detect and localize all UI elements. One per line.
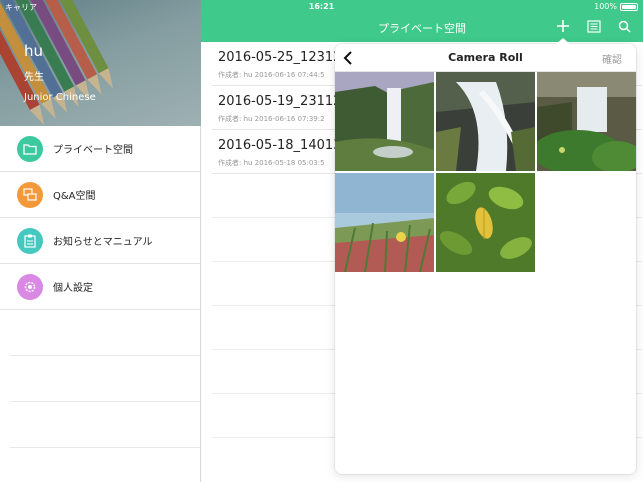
waterfall-bushes-photo: [537, 72, 636, 171]
photo-thumbnail[interactable]: [436, 72, 535, 171]
empty-row: [10, 356, 200, 402]
plus-icon: [557, 20, 569, 32]
search-icon: [618, 20, 631, 33]
notice-board-icon: [17, 227, 43, 254]
nav-title: プライベート空間: [378, 22, 466, 35]
leaves-photo: [436, 173, 535, 272]
photo-thumbnail[interactable]: [335, 173, 434, 272]
photo-thumbnail[interactable]: [335, 72, 434, 171]
sidebar-item-label: お知らせとマニュアル: [53, 237, 153, 248]
popover-title: Camera Roll: [448, 51, 523, 64]
profile-role: 先生: [24, 72, 44, 83]
item-meta: 作成者: hu 2016-06-16 07:39:2: [218, 115, 325, 123]
item-meta: 作成者: hu 2016-06-16 07:44:5: [218, 71, 325, 79]
sidebar-item-label: Q&A空間: [53, 191, 96, 202]
sidebar-item-label: 個人設定: [53, 283, 93, 294]
empty-row: [10, 310, 200, 356]
photo-thumbnail[interactable]: [436, 173, 535, 272]
clock: 16:21: [308, 2, 335, 11]
settings-gear-icon: [17, 273, 43, 300]
profile-shade: [0, 0, 201, 126]
confirm-button[interactable]: 確認: [602, 51, 622, 66]
sidebar: hu 先生 Junior Chinese プライベート空間 Q&A空間 お知らせ…: [0, 0, 201, 482]
sidebar-item-qa-space[interactable]: Q&A空間: [0, 172, 200, 218]
item-title: 2016-05-19_231123: [218, 94, 350, 109]
sidebar-item-private-space[interactable]: プライベート空間: [0, 126, 200, 172]
item-title: 2016-05-18_140132: [218, 138, 350, 153]
sidebar-item-label: プライベート空間: [53, 145, 133, 156]
item-title: 2016-05-25_123126: [218, 50, 350, 65]
photo-thumbnail[interactable]: [537, 72, 636, 171]
grass-flower-photo: [335, 173, 434, 272]
camera-roll-popover: Camera Roll 確認: [335, 44, 636, 474]
list-view-button[interactable]: [585, 17, 603, 35]
cascade-photo: [436, 72, 535, 171]
popover-arrow: [555, 38, 571, 45]
profile-header: hu 先生 Junior Chinese: [0, 0, 201, 126]
profile-name: hu: [24, 42, 44, 60]
profile-course: Junior Chinese: [24, 92, 96, 103]
add-button[interactable]: [554, 17, 572, 35]
sidebar-item-notices[interactable]: お知らせとマニュアル: [0, 218, 200, 264]
chat-bubbles-icon: [17, 181, 43, 208]
popover-header: Camera Roll 確認: [335, 44, 636, 72]
empty-row: [10, 402, 200, 448]
sidebar-item-personal-settings[interactable]: 個人設定: [0, 264, 200, 310]
item-meta: 作成者: hu 2016-05-18 05:03:5: [218, 159, 325, 167]
waterfall-photo: [335, 72, 434, 171]
folder-icon: [17, 135, 43, 162]
search-button[interactable]: [615, 17, 633, 35]
battery-icon: [620, 3, 638, 11]
battery-percent: 100%: [594, 2, 617, 11]
status-bar: キャリア 16:21 100%: [0, 0, 643, 14]
list-icon: [587, 19, 601, 33]
sidebar-menu: プライベート空間 Q&A空間 お知らせとマニュアル 個人設定: [0, 126, 200, 448]
